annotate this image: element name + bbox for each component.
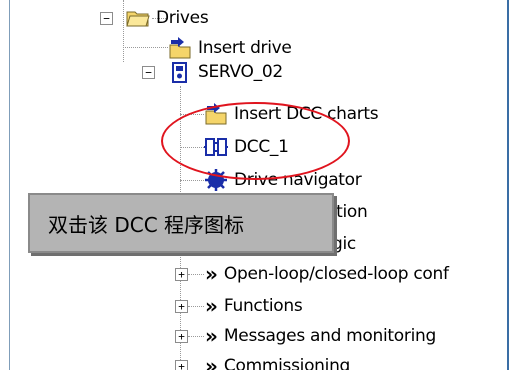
double-chevron-icon: » xyxy=(205,354,218,370)
tree-item-label: Open-loop/closed-loop conf xyxy=(223,264,449,284)
tree-item-label: Insert drive xyxy=(198,38,292,58)
tree-item-label: Functions xyxy=(223,296,303,316)
tree-item-open-loop[interactable]: » Open-loop/closed-loop conf xyxy=(205,260,449,288)
tree-item-commissioning[interactable]: » Commissioning xyxy=(205,352,350,370)
project-tree-panel: − Drives Insert drive − SERVO_02 Insert … xyxy=(9,0,509,370)
drive-unit-icon xyxy=(172,62,187,83)
highlight-ellipse xyxy=(161,102,350,180)
tree-item-label: Commissioning xyxy=(223,356,351,370)
expander-drives[interactable]: − xyxy=(100,12,113,25)
folder-open-icon xyxy=(126,11,150,27)
tree-connector xyxy=(180,180,204,181)
tree-item-servo-02[interactable]: SERVO_02 xyxy=(168,58,283,86)
tree-item-drives[interactable]: Drives xyxy=(126,4,209,32)
insert-folder-icon xyxy=(169,37,191,59)
tree-item-messages[interactable]: » Messages and monitoring xyxy=(205,322,436,350)
expander-servo[interactable]: − xyxy=(142,66,155,79)
expander-messages[interactable]: + xyxy=(175,330,188,343)
expander-functions[interactable]: + xyxy=(175,300,188,313)
tree-connector xyxy=(123,0,124,62)
tree-item-label: Drives xyxy=(156,8,209,28)
callout-text: 双击该 DCC 程序图标 xyxy=(48,212,245,237)
tree-connector xyxy=(123,47,168,48)
tree-item-label: Messages and monitoring xyxy=(223,326,436,346)
tree-connector xyxy=(188,336,204,337)
tree-item-functions[interactable]: » Functions xyxy=(205,292,303,320)
tree-connector xyxy=(188,274,204,275)
tree-connector xyxy=(188,306,204,307)
tree-item-label: gic xyxy=(332,234,356,254)
double-chevron-icon: » xyxy=(205,262,218,286)
expander-open-loop[interactable]: + xyxy=(175,268,188,281)
expander-commissioning[interactable]: + xyxy=(175,360,188,370)
double-chevron-icon: » xyxy=(205,294,218,318)
double-chevron-icon: » xyxy=(205,324,218,348)
tree-item-logic[interactable]: gic xyxy=(332,230,356,258)
instruction-callout: 双击该 DCC 程序图标 xyxy=(28,193,334,253)
tree-item-label: SERVO_02 xyxy=(198,62,283,82)
